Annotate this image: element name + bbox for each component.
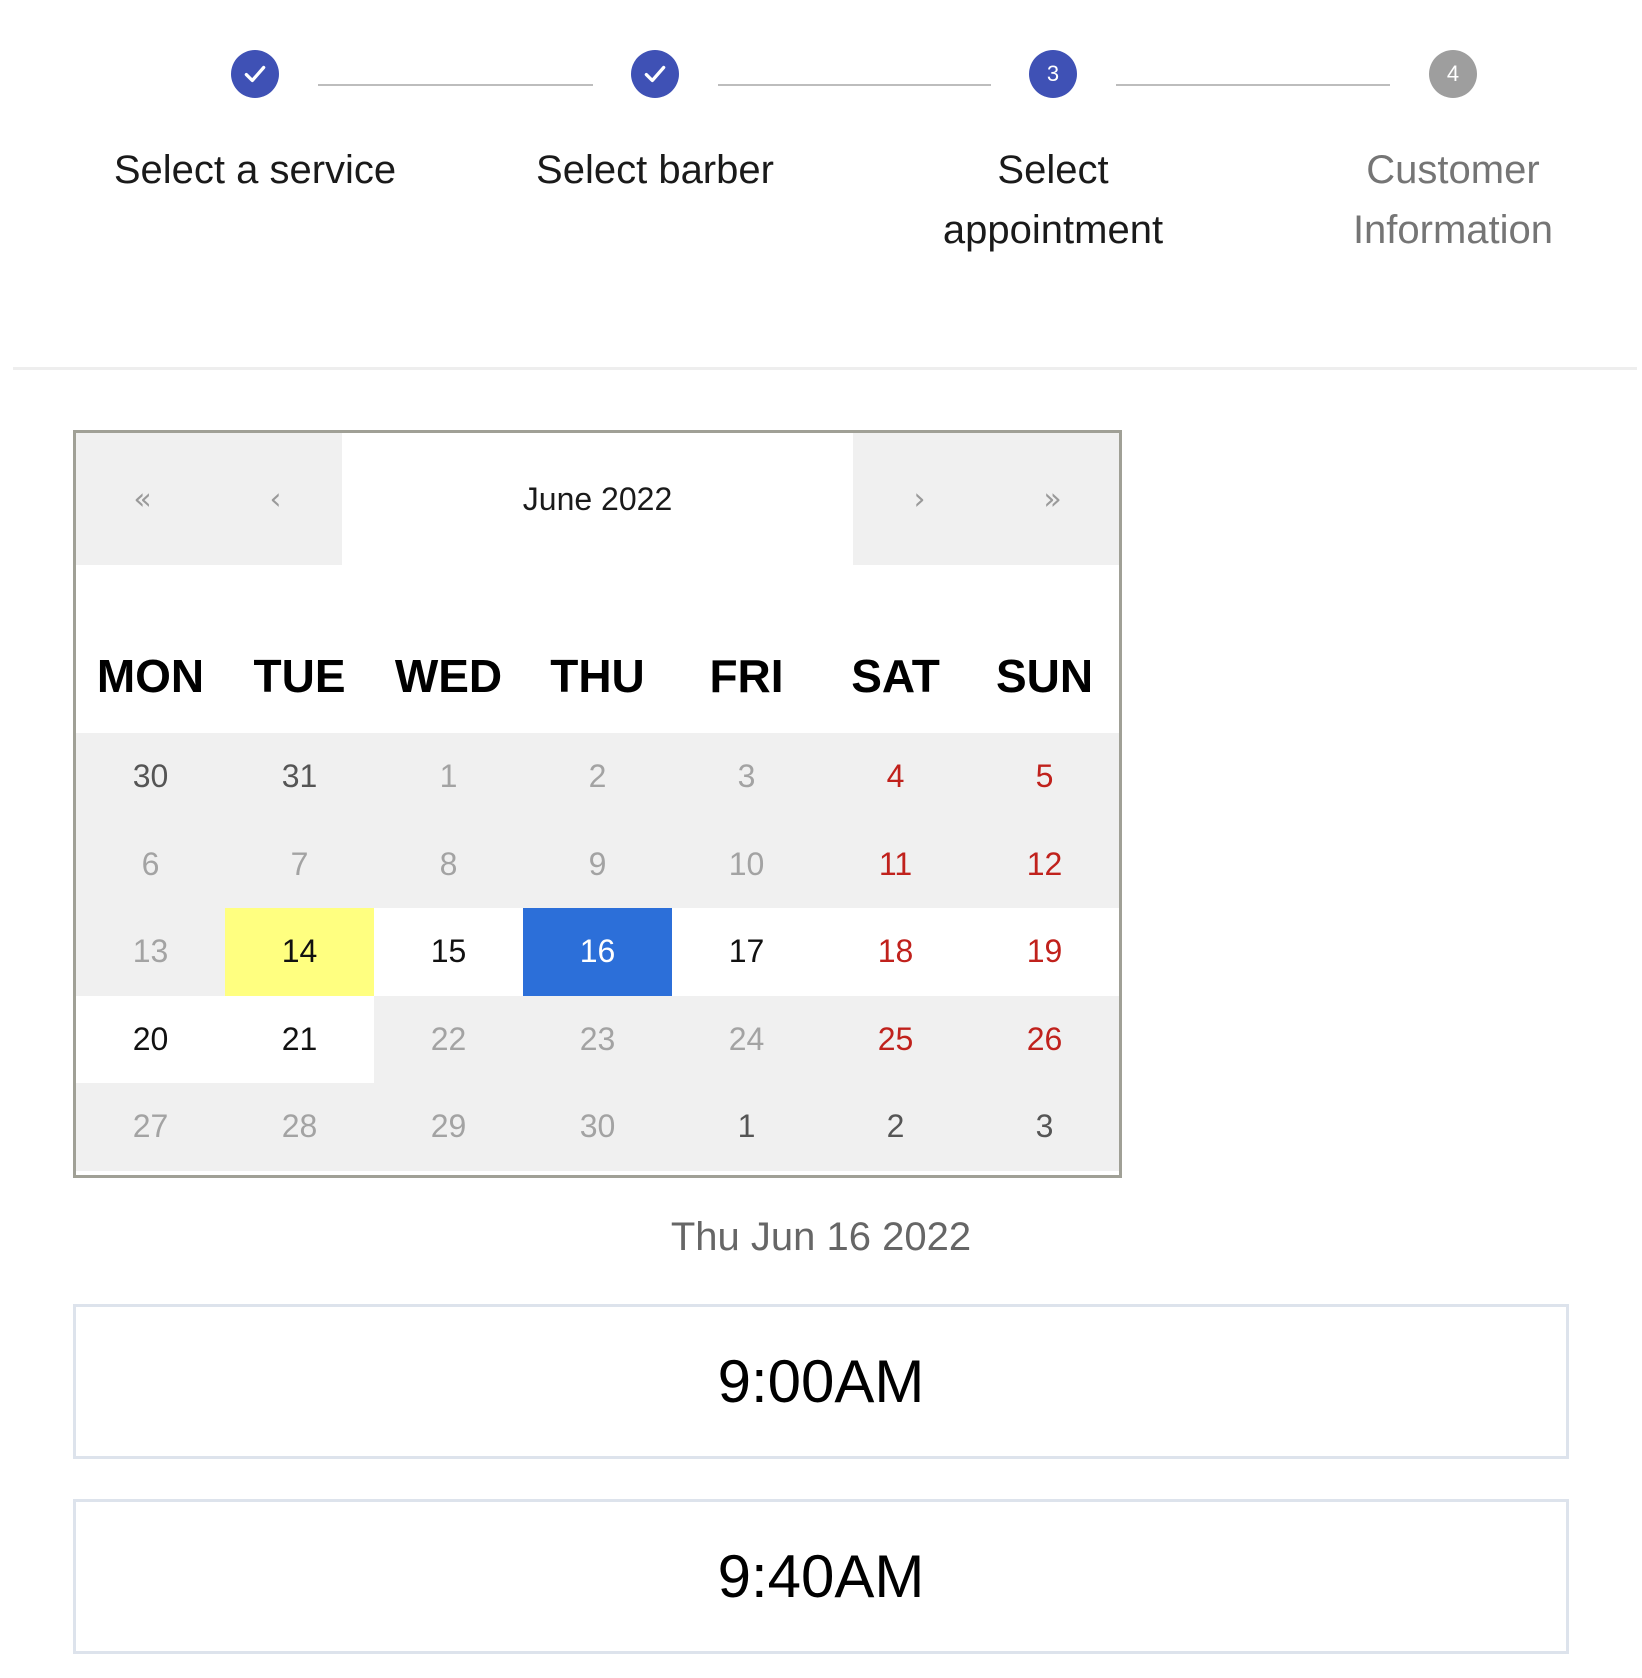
calendar-day: 7: [225, 820, 374, 908]
calendar-day: 26: [970, 995, 1119, 1083]
step-select-barber[interactable]: Select barber: [455, 50, 855, 200]
calendar-week: 6 7 8 9 10 11 12: [76, 820, 1119, 908]
section-divider: [13, 367, 1637, 370]
calendar-day: 23: [523, 995, 672, 1083]
check-icon: [244, 65, 266, 83]
calendar-day[interactable]: 20: [76, 995, 225, 1083]
calendar-day[interactable]: 15: [374, 908, 523, 996]
calendar-navigation: « ‹ June 2022 › »: [76, 433, 1119, 565]
step-number-circle: 3: [1029, 50, 1077, 98]
prev-month-button[interactable]: ‹: [209, 433, 342, 565]
calendar-day: 28: [225, 1083, 374, 1171]
calendar: « ‹ June 2022 › » MON TUE WED THU FRI SA…: [73, 430, 1122, 1178]
calendar-day: 11: [821, 820, 970, 908]
calendar-day[interactable]: 19: [970, 908, 1119, 996]
step-customer-information[interactable]: 4 Customer Information: [1253, 50, 1642, 260]
stepper: Select a service Select barber 3 Select …: [0, 0, 1642, 300]
calendar-day: 1: [374, 733, 523, 821]
step-select-appointment[interactable]: 3 Select appointment: [853, 50, 1253, 260]
step-label: Customer Information: [1352, 148, 1554, 252]
calendar-day: 24: [672, 995, 821, 1083]
weekday-label: SUN: [995, 650, 1094, 702]
next-year-button[interactable]: »: [986, 433, 1119, 565]
step-completed-circle: [631, 50, 679, 98]
calendar-day: 29: [374, 1083, 523, 1171]
calendar-day: 27: [76, 1083, 225, 1171]
calendar-day: 30: [523, 1083, 672, 1171]
step-completed-circle: [231, 50, 279, 98]
time-slot-button[interactable]: 9:40AM: [73, 1499, 1569, 1654]
calendar-week: 30 31 1 2 3 4 5: [76, 733, 1119, 821]
calendar-day[interactable]: 21: [225, 995, 374, 1083]
step-label: Select a service: [113, 148, 397, 192]
prev-year-button[interactable]: «: [76, 433, 209, 565]
weekday-label: TUE: [253, 650, 346, 702]
calendar-day: 9: [523, 820, 672, 908]
weekday-label: MON: [96, 650, 205, 702]
calendar-day: 3: [672, 733, 821, 821]
calendar-day-selected[interactable]: 16: [523, 908, 672, 996]
weekday-label: SAT: [851, 650, 940, 702]
step-number-circle: 4: [1429, 50, 1477, 98]
calendar-week: 20 21 22 23 24 25 26: [76, 995, 1119, 1083]
calendar-day: 22: [374, 995, 523, 1083]
calendar-day[interactable]: 17: [672, 908, 821, 996]
next-month-button[interactable]: ›: [853, 433, 986, 565]
calendar-day: 1: [672, 1083, 821, 1171]
weekday-label: THU: [550, 650, 645, 702]
calendar-day: 30: [76, 733, 225, 821]
selected-date-label: Thu Jun 16 2022: [670, 1215, 972, 1259]
calendar-day: 3: [970, 1083, 1119, 1171]
calendar-day: 12: [970, 820, 1119, 908]
step-label: Select barber: [536, 148, 774, 192]
time-slot-button[interactable]: 9:00AM: [73, 1304, 1569, 1459]
calendar-day: 4: [821, 733, 970, 821]
calendar-day: 10: [672, 820, 821, 908]
calendar-day: 13: [76, 908, 225, 996]
step-label: Select appointment: [942, 148, 1164, 252]
weekday-label: WED: [394, 650, 503, 702]
calendar-week: 13 14 15 16 17 18 19: [76, 908, 1119, 996]
step-select-service[interactable]: Select a service: [55, 50, 455, 200]
calendar-day-today[interactable]: 14: [225, 908, 374, 996]
calendar-day: 25: [821, 995, 970, 1083]
check-icon: [644, 65, 666, 83]
calendar-day: 2: [523, 733, 672, 821]
calendar-day: 2: [821, 1083, 970, 1171]
calendar-day: 8: [374, 820, 523, 908]
weekday-header: MON TUE WED THU FRI SAT SUN: [76, 565, 1119, 733]
calendar-day: 5: [970, 733, 1119, 821]
calendar-day[interactable]: 18: [821, 908, 970, 996]
month-label[interactable]: June 2022: [342, 433, 853, 565]
weekday-label: FRI: [709, 650, 784, 702]
calendar-day: 31: [225, 733, 374, 821]
calendar-week: 27 28 29 30 1 2 3: [76, 1083, 1119, 1171]
calendar-day: 6: [76, 820, 225, 908]
